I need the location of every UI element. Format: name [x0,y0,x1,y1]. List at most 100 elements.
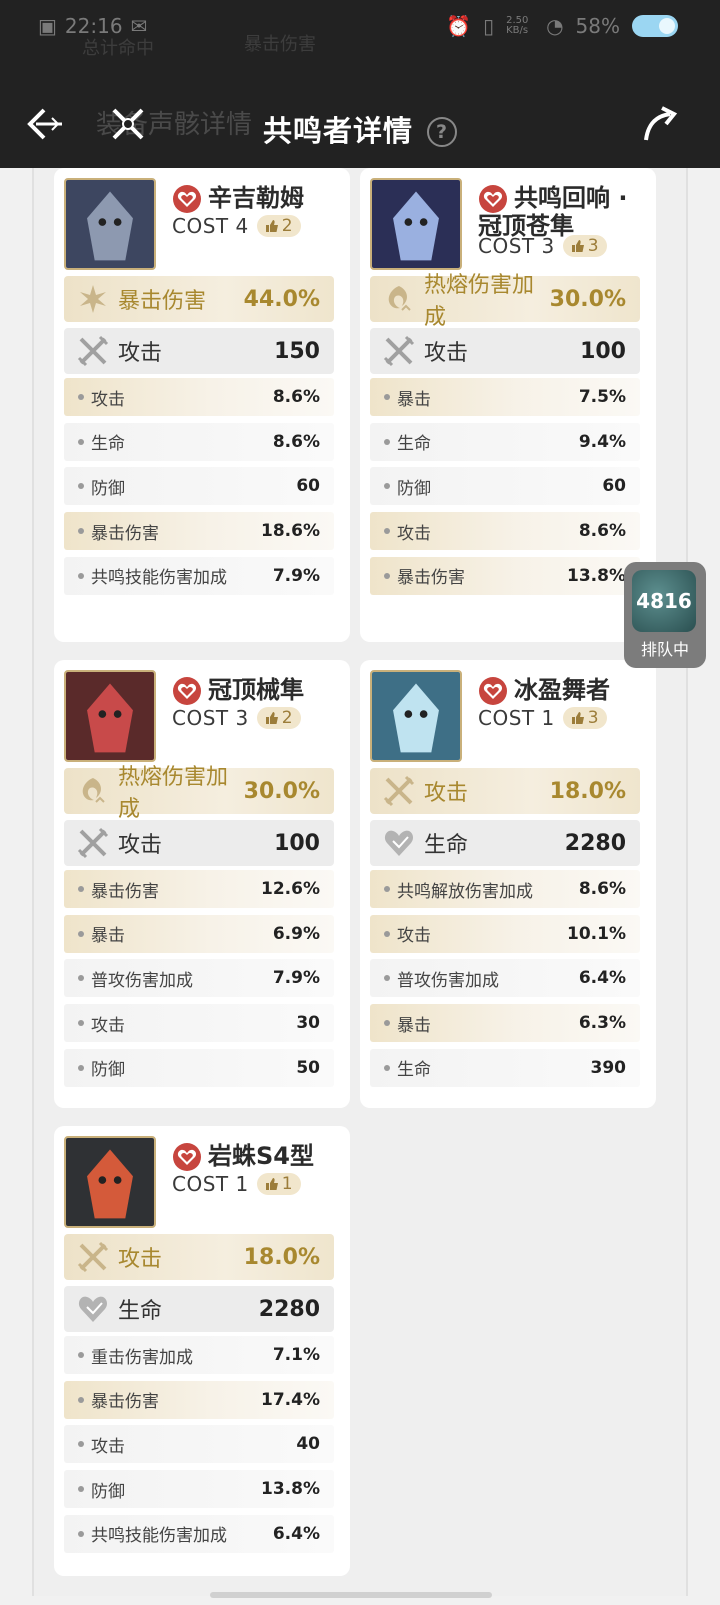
sub-stat-label: 暴击伤害 [91,523,159,544]
sub-stat-label: 攻击 [397,523,431,544]
share-icon[interactable] [640,104,680,144]
echo-set-heart-icon [173,185,201,213]
sub-stat-label: 暴击 [397,1015,431,1036]
echo-card[interactable]: 共鸣回响 · 冠顶苍隼 COST 3 3 热熔伤害加成 30.0% 攻击 100 暴击 7.5% 生… [360,168,656,642]
thumb-up-icon [265,1178,278,1190]
sim-icon: ▣ [38,14,57,38]
sub-stat-label: 普攻伤害加成 [397,970,499,991]
queue-status: 排队中 [640,640,689,659]
sub-stat-value: 6.4% [272,1523,320,1544]
main-stat-row: 热熔伤害加成 30.0% [64,765,334,822]
sub-stat-row: 攻击 8.6% [64,378,334,416]
battery-percent: 58% [575,14,620,38]
main-stat-value: 18.0% [549,778,626,804]
sub-stat-value: 17.4% [261,1389,320,1410]
sub-stat-label: 防御 [91,1060,125,1081]
sub-stat-row: 暴击伤害 17.4% [64,1380,334,1419]
sub-stat-row: 防御 60 [370,467,640,506]
echo-name: 冰盈舞者 [514,676,610,704]
sub-stat-row: 生命 8.6% [64,422,334,461]
main-stat-label: 攻击 [118,1247,163,1272]
sub-stat-label: 暴击伤害 [397,568,465,589]
sub-stat-value: 6.4% [578,968,626,989]
secondary-stat-row: 攻击 100 [64,820,334,866]
echo-cost: COST 1 [478,706,555,730]
sub-stat-row: 共鸣技能伤害加成 7.9% [64,556,334,595]
echo-name: 岩蛛S4型 [208,1142,314,1170]
echo-portrait [64,1136,156,1228]
main-stat-value: 30.0% [243,778,320,804]
sub-stat-value: 30 [296,1013,320,1034]
sub-stat-label: 共鸣解放伤害加成 [397,881,533,902]
main-stat-label: 热熔伤害加成 [424,273,535,330]
sub-stat-label: 暴击伤害 [91,1392,159,1413]
secondary-stat-row: 攻击 100 [370,328,640,374]
echo-cost: COST 3 [172,706,249,730]
sub-stat-row: 暴击 7.5% [370,378,640,416]
echo-set-heart-icon [479,185,507,213]
sub-stat-row: 攻击 10.1% [370,914,640,953]
bullet [78,1441,84,1448]
secondary-stat-value: 2280 [564,830,626,856]
bullet [78,483,84,490]
bullet [78,572,84,579]
echo-card[interactable]: 辛吉勒姆 COST 4 2 暴击伤害 44.0% 攻击 150 攻击 8.6% 生命 8.6% 防御 6… [54,168,350,642]
sub-stat-label: 生命 [397,1060,431,1081]
echo-card[interactable]: 岩蛛S4型 COST 1 1 攻击 18.0% 生命 2280 重击伤害加成 7.1% 暴击伤害 1… [54,1126,350,1576]
sub-stat-value: 8.6% [578,879,626,899]
main-stat-row: 攻击 18.0% [370,768,640,814]
bullet [384,394,390,400]
main-stat-row: 热熔伤害加成 30.0% [370,273,640,330]
bullet [384,930,390,937]
sub-stat-row: 普攻伤害加成 7.9% [64,959,334,998]
echo-portrait [370,178,462,270]
secondary-stat-label: 生命 [424,833,469,858]
echo-cost: COST 3 [478,234,555,258]
sub-stat-row: 攻击 40 [64,1425,334,1464]
main-stat-label: 攻击 [424,781,469,806]
sub-stat-label: 攻击 [91,389,125,410]
sub-stat-value: 60 [602,476,626,497]
echo-card[interactable]: 冰盈舞者 COST 1 3 攻击 18.0% 生命 2280 共鸣解放伤害加成 8.6% 攻击 10… [360,660,656,1108]
sub-stat-label: 攻击 [397,926,431,947]
sub-stat-row: 重击伤害加成 7.1% [64,1336,334,1374]
thumb-up-icon [265,712,278,724]
network-speed: 2.50 KB/s [506,15,529,36]
sub-stat-label: 暴击 [91,926,125,947]
help-button[interactable]: ? [427,117,457,147]
bullet [384,1064,390,1071]
echo-level-badge: 2 [256,215,301,237]
sub-stat-row: 普攻伤害加成 6.4% [370,959,640,998]
thumb-up-icon [265,220,278,232]
sub-stat-value: 390 [590,1057,627,1078]
secondary-stat-value: 150 [274,338,320,364]
sub-stat-value: 7.5% [578,387,626,407]
bullet [78,1396,84,1403]
secondary-stat-row: 生命 2280 [64,1286,334,1332]
echo-level-badge: 3 [562,235,607,257]
sub-stat-row: 暴击 6.3% [370,1004,640,1043]
health-icon [78,1296,108,1322]
main-stat-value: 30.0% [549,286,626,312]
fusion-damage-icon [388,286,411,311]
sub-stat-row: 暴击伤害 12.6% [64,870,334,908]
bullet [384,572,390,579]
echo-set-heart-icon [173,1143,201,1171]
sub-stat-value: 13.8% [567,565,626,586]
echo-card[interactable]: 冠顶械隼 COST 3 2 热熔伤害加成 30.0% 攻击 100 暴击伤害 12.6% 暴击 6.… [54,660,350,1108]
sub-stat-row: 暴击伤害 18.6% [64,512,334,551]
bullet [78,975,84,982]
sub-stat-label: 生命 [91,434,125,455]
secondary-stat-value: 100 [274,830,320,856]
echo-cost: COST 1 [172,1172,249,1196]
sub-stat-value: 60 [296,476,320,497]
echo-level-badge: 3 [562,707,607,729]
sub-stat-value: 7.9% [272,968,320,989]
main-stat-label: 热熔伤害加成 [118,765,229,822]
sub-stat-label: 生命 [397,434,431,455]
bullet [78,1530,84,1537]
bullet [78,1486,84,1493]
floating-queue-widget[interactable]: 4816 排队中 [624,562,706,668]
bullet [78,438,84,445]
sub-stat-label: 暴击伤害 [91,881,159,902]
